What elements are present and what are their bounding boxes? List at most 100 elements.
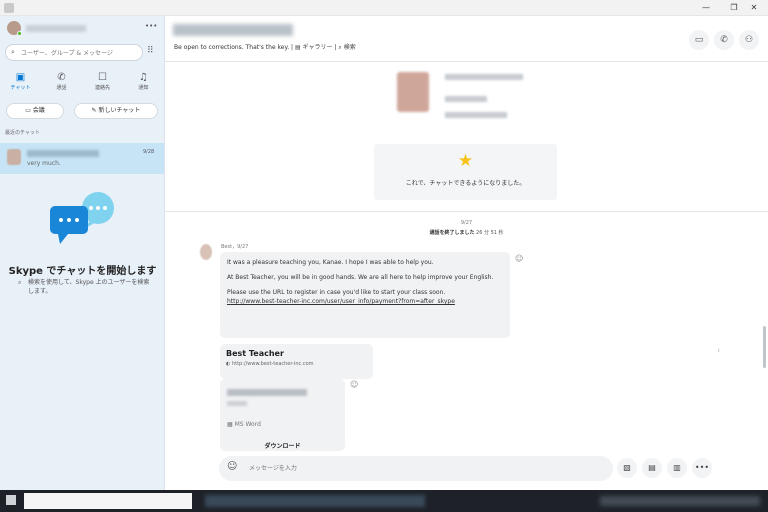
tab-notifications[interactable]: ♫ 通知 bbox=[123, 71, 164, 97]
chat-time: 9/28 bbox=[143, 149, 155, 155]
minimize-button[interactable]: — bbox=[692, 0, 720, 16]
video-call-button[interactable]: ▭ bbox=[689, 30, 709, 50]
download-button[interactable]: ダウンロード bbox=[220, 441, 345, 450]
scroll-marker: ı bbox=[718, 347, 720, 354]
contact-name-blurred bbox=[27, 150, 99, 157]
tab-chat[interactable]: ▣ チャット bbox=[0, 71, 41, 97]
file-attachment-card[interactable]: ▦ MS Word ダウンロード bbox=[220, 379, 345, 451]
search-box[interactable]: ⌕ bbox=[5, 44, 143, 61]
phone-icon: ✆ bbox=[57, 72, 66, 83]
contact-avatar bbox=[7, 149, 21, 165]
gallery-icon: ▤ bbox=[294, 44, 303, 51]
scrollbar[interactable] bbox=[763, 326, 766, 368]
tab-calls[interactable]: ✆ 通話 bbox=[41, 71, 82, 97]
call-ended-text: 通話を終了しました bbox=[429, 230, 475, 236]
more-actions-button[interactable]: ••• bbox=[692, 458, 712, 478]
file-type-row: ▦ MS Word bbox=[227, 421, 261, 428]
message-link[interactable]: http://www.best-teacher-inc.com/user/use… bbox=[227, 298, 455, 305]
profile-detail-blurred bbox=[445, 96, 487, 102]
search-icon: ⌕ bbox=[18, 279, 22, 286]
dialpad-icon[interactable]: ⠿ bbox=[147, 46, 154, 56]
chat-pane: Be open to corrections. That's the key. … bbox=[165, 16, 768, 490]
taskbar-apps-blurred[interactable] bbox=[205, 495, 425, 507]
emoji-icon[interactable]: ☺ bbox=[227, 461, 237, 472]
sender-meta: Best，9/27 bbox=[221, 244, 249, 250]
window-titlebar: — ❐ ✕ bbox=[0, 0, 768, 16]
taskbar-search[interactable] bbox=[24, 493, 192, 509]
video-icon: ▭ bbox=[694, 35, 704, 45]
profile-name-blurred bbox=[445, 74, 523, 80]
sender-avatar[interactable] bbox=[200, 244, 212, 260]
message-input[interactable] bbox=[249, 462, 599, 475]
profile-avatar bbox=[397, 72, 429, 112]
link-preview-url-row: ◐ http://www.best-teacher-inc.com bbox=[226, 361, 367, 367]
date-label: 9/27 bbox=[460, 220, 473, 226]
my-avatar[interactable] bbox=[7, 21, 22, 36]
call-log: 通話を終了しました 26 分 51 秒 bbox=[165, 229, 768, 236]
meeting-button[interactable]: ▭ 会議 bbox=[6, 103, 64, 119]
recent-chats-label: 最近のチャット bbox=[5, 130, 40, 136]
more-options-button[interactable]: ••• bbox=[145, 22, 157, 30]
nav-tabs: ▣ チャット ✆ 通話 ☐ 連絡先 ♫ 通知 bbox=[0, 71, 165, 97]
call-duration: 26 分 51 秒 bbox=[476, 230, 504, 236]
star-icon: ★ bbox=[457, 151, 474, 171]
tab-contacts[interactable]: ☐ 連絡先 bbox=[82, 71, 123, 97]
chat-bubbles-illustration-icon bbox=[50, 192, 114, 244]
mood-message: Be open to corrections. That's the key. bbox=[174, 44, 290, 51]
empty-state-description: ⌕ 検索を使用して、Skype 上のユーザーを検索します。 bbox=[18, 278, 153, 296]
add-person-icon: ⚇ bbox=[744, 35, 754, 45]
message-composer: ☺ bbox=[219, 456, 613, 481]
new-chat-button[interactable]: ✎ 新しいチャット bbox=[74, 103, 158, 119]
add-people-button[interactable]: ⚇ bbox=[739, 30, 759, 50]
contact-card-icon: ▤ bbox=[648, 463, 656, 472]
bell-icon: ♫ bbox=[139, 72, 148, 83]
chat-header: Be open to corrections. That's the key. … bbox=[165, 16, 768, 62]
taskbar bbox=[0, 490, 768, 512]
link-preview-title: Best Teacher bbox=[226, 349, 284, 358]
word-file-icon: ▦ bbox=[227, 421, 235, 428]
tab-notifications-label: 通知 bbox=[138, 85, 149, 91]
my-name-blurred[interactable] bbox=[26, 25, 86, 32]
link-preview-card[interactable]: Best Teacher ◐ http://www.best-teacher-i… bbox=[220, 344, 373, 379]
file-name-blurred bbox=[227, 389, 307, 396]
tab-calls-label: 通話 bbox=[56, 85, 67, 91]
profile-detail-blurred bbox=[445, 112, 507, 118]
gallery-link[interactable]: ▤ ギャラリー bbox=[295, 44, 333, 51]
sticker-button[interactable]: ▥ bbox=[667, 458, 687, 478]
start-icon[interactable] bbox=[6, 495, 16, 505]
search-input[interactable] bbox=[21, 47, 139, 59]
close-button[interactable]: ✕ bbox=[740, 0, 768, 16]
meeting-label: 会議 bbox=[32, 107, 45, 114]
audio-call-button[interactable]: ✆ bbox=[714, 30, 734, 50]
chat-list-item[interactable]: 9/28 very much. bbox=[0, 143, 164, 174]
chat-preview: very much. bbox=[27, 160, 61, 167]
sidebar: ••• ⌕ ⠿ ▣ チャット ✆ 通話 ☐ 連絡先 ♫ 通知 ▭ 会議 ✎ 新し… bbox=[0, 16, 165, 490]
file-size-blurred bbox=[227, 401, 247, 406]
message-paragraph: It was a pleasure teaching you, Kanae. I… bbox=[227, 259, 434, 266]
tab-chat-label: チャット bbox=[10, 85, 31, 91]
find-link[interactable]: ⌕ 検索 bbox=[338, 44, 355, 51]
empty-state-title: Skype でチャットを開始します bbox=[8, 266, 157, 277]
share-media-button[interactable]: ▧ bbox=[617, 458, 637, 478]
message-paragraph: At Best Teacher, you will be in good han… bbox=[227, 274, 494, 281]
image-icon: ▧ bbox=[623, 463, 631, 472]
reaction-icon[interactable]: ☺ bbox=[350, 380, 358, 389]
contacts-icon: ☐ bbox=[98, 72, 107, 83]
mood-line: Be open to corrections. That's the key. … bbox=[174, 42, 356, 52]
file-type-label: MS Word bbox=[234, 421, 261, 428]
message-paragraph: Please use the URL to register in case y… bbox=[227, 289, 446, 296]
system-tray-blurred[interactable] bbox=[600, 496, 760, 506]
reaction-icon[interactable]: ☺ bbox=[515, 254, 523, 263]
divider bbox=[165, 211, 768, 212]
more-icon: ••• bbox=[694, 463, 710, 472]
online-status-dot bbox=[17, 31, 22, 36]
message-bubble[interactable]: It was a pleasure teaching you, Kanae. I… bbox=[220, 252, 510, 338]
chat-icon: ▣ bbox=[15, 72, 26, 83]
app-icon bbox=[4, 3, 14, 13]
chat-start-card: ★ これで、チャットできるようになりました。 bbox=[374, 144, 557, 200]
link-preview-url: http://www.best-teacher-inc.com bbox=[231, 361, 314, 367]
sticker-icon: ▥ bbox=[673, 463, 681, 472]
contact-title-blurred[interactable] bbox=[173, 24, 293, 36]
contact-card-button[interactable]: ▤ bbox=[642, 458, 662, 478]
video-icon: ▭ bbox=[25, 107, 33, 114]
